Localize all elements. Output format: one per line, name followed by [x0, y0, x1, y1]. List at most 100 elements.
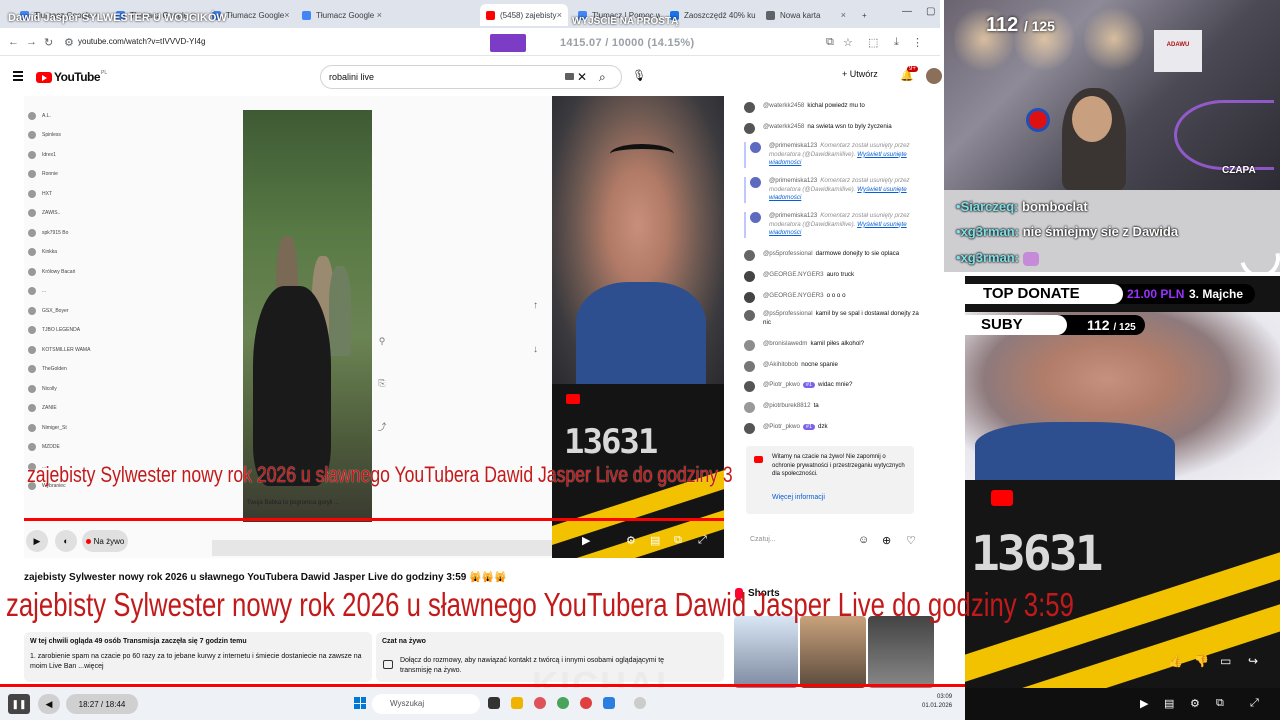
app-icon[interactable]: [534, 697, 546, 709]
search-icon[interactable]: ⌕: [599, 70, 606, 85]
windows-start-icon[interactable]: [354, 697, 366, 709]
live-indicator[interactable]: Na żywo: [82, 530, 128, 552]
chat-message[interactable]: @piotrburek8812 ta: [744, 402, 924, 413]
chat-message[interactable]: @waterkk2458 kichal powiedz mu to: [744, 102, 924, 113]
forward-icon[interactable]: →: [26, 36, 37, 48]
subtitles-right-icon[interactable]: ▤: [1164, 697, 1174, 710]
short-thumbnail[interactable]: [800, 616, 866, 688]
chat-message[interactable]: @GEORGE.NYGER3 o o o o: [744, 292, 924, 303]
cast-icon[interactable]: ⧉: [826, 36, 834, 49]
add-icon[interactable]: ⊕: [882, 534, 891, 547]
volume-button-icon[interactable]: ◀: [38, 694, 60, 714]
volume-icon[interactable]: ◐: [55, 530, 77, 552]
chat-message[interactable]: @GEORGE.NYGER3 auro truck: [744, 271, 924, 282]
chat-username[interactable]: @ps5professional: [763, 250, 813, 257]
new-tab-button[interactable]: +: [856, 4, 876, 26]
chat-message[interactable]: @Piotr_pkwo #1 widac mnie?: [744, 381, 924, 392]
chat-avatar: [744, 402, 755, 413]
cast-right-icon[interactable]: ⧉: [1216, 697, 1224, 710]
chat-text: nocne spanie: [801, 361, 838, 368]
chat-message[interactable]: @primemiska123 Komentarz został usunięty …: [744, 177, 924, 203]
menu-dots-icon[interactable]: ⋮: [912, 36, 923, 49]
inner-list-item: spk7915 Bo: [28, 223, 108, 243]
taskbar-search[interactable]: Wyszukaj: [372, 694, 480, 714]
chat-message[interactable]: @Akihitobob nocne spanie: [744, 361, 924, 372]
close-tab-icon[interactable]: ×: [841, 10, 846, 20]
chat-message[interactable]: @primemiska123 Komentarz został usunięty …: [744, 212, 924, 238]
extensions-icon[interactable]: ⬚: [868, 36, 878, 49]
maximize-icon[interactable]: ▢: [926, 6, 935, 17]
pause-icon[interactable]: ❚❚: [8, 694, 30, 714]
chat-username[interactable]: @bronislawedm: [763, 340, 807, 347]
chat-username[interactable]: @waterkk2458: [763, 123, 804, 130]
browser-tab[interactable]: (5458) zajebisty ×: [480, 4, 568, 26]
heart-icon[interactable]: ♡: [906, 534, 916, 547]
dislike-icon[interactable]: 👎: [1194, 654, 1209, 668]
chat-username[interactable]: @Piotr_pkwo: [763, 381, 800, 388]
browser-tab[interactable]: Tłumacz Google ×: [296, 4, 388, 26]
chat-username[interactable]: @waterkk2458: [763, 102, 804, 109]
chat-username[interactable]: @GEORGE.NYGER3: [763, 271, 824, 278]
reload-icon[interactable]: ↻: [44, 36, 53, 49]
search-box[interactable]: robalini live ✕ ⌕: [320, 65, 622, 89]
chat-username[interactable]: @Piotr_pkwo: [763, 423, 800, 430]
microphone-icon[interactable]: 🎙: [632, 69, 646, 82]
hamburger-menu-icon[interactable]: [13, 71, 23, 83]
settings-right-icon[interactable]: ⚙: [1190, 697, 1200, 710]
chat-avatar: [744, 423, 755, 434]
close-tab-icon[interactable]: ×: [557, 10, 562, 20]
chat-message[interactable]: @Piotr_pkwo #1 dzk: [744, 423, 924, 434]
chat-username[interactable]: @piotrburek8812: [763, 402, 811, 409]
download-icon[interactable]: ⤓: [894, 36, 899, 49]
chat-username[interactable]: @GEORGE.NYGER3: [763, 292, 824, 299]
fullscreen-icon[interactable]: ⤢: [698, 534, 707, 547]
back-icon[interactable]: ←: [8, 36, 19, 48]
chat-message[interactable]: @ps5professional darmowe donejty to sie o…: [744, 250, 924, 261]
fullscreen-right-icon[interactable]: ⤢: [1250, 697, 1259, 710]
chrome-icon[interactable]: [557, 697, 569, 709]
file-explorer-icon[interactable]: [511, 697, 523, 709]
short-thumbnail[interactable]: [734, 616, 798, 688]
url-field[interactable]: youtube.com/watch?v=tIVVVD-YI4g: [78, 37, 205, 46]
play-next-icon[interactable]: ▶: [1140, 697, 1148, 710]
play-icon[interactable]: ▶: [26, 530, 48, 552]
search-input[interactable]: robalini live: [329, 72, 374, 82]
subtitles-icon[interactable]: ▤: [650, 534, 660, 547]
chat-username[interactable]: @primemiska123: [769, 212, 817, 219]
miniplayer-icon[interactable]: ⧉: [674, 534, 682, 547]
app-icon[interactable]: [603, 697, 615, 709]
close-tab-icon[interactable]: ×: [377, 10, 382, 20]
user-avatar[interactable]: [926, 68, 942, 84]
chat-message[interactable]: @ps5professional kamil by se spal i dosta…: [744, 310, 924, 327]
app-icon[interactable]: [580, 697, 592, 709]
chat-message[interactable]: @primemiska123 Komentarz został usunięty …: [744, 142, 924, 168]
comment-icon[interactable]: ▭: [1220, 654, 1231, 668]
chat-username[interactable]: @primemiska123: [769, 177, 817, 184]
chat-username[interactable]: @primemiska123: [769, 142, 817, 149]
keyboard-icon[interactable]: [565, 73, 574, 80]
chat-username[interactable]: @Akihitobob: [763, 361, 798, 368]
browser-tab[interactable]: Nowa karta ×: [760, 4, 852, 26]
settings-gear-icon[interactable]: ⚙: [626, 534, 636, 547]
video-progress-bar[interactable]: [24, 518, 724, 521]
bookmark-star-icon[interactable]: ☆: [843, 36, 853, 49]
chat-message[interactable]: @waterkk2458 na swieta wsn to byly życzen…: [744, 123, 924, 134]
description-box[interactable]: W tej chwili ogląda 49 osób Transmisja z…: [24, 632, 372, 682]
create-button[interactable]: + Utwórz: [842, 69, 878, 79]
chevron-up-icon[interactable]: [634, 697, 646, 709]
share-arrow-icon[interactable]: ↪: [1248, 654, 1258, 668]
youtube-logo[interactable]: YouTube PL: [36, 70, 107, 84]
chat-username[interactable]: @ps5professional: [763, 310, 813, 317]
more-info-link[interactable]: Więcej informacji: [772, 494, 825, 501]
task-view-icon[interactable]: [488, 697, 500, 709]
site-info-icon[interactable]: ⚙: [64, 36, 74, 49]
minimize-icon[interactable]: —: [902, 6, 912, 17]
chat-message[interactable]: @bronislawedm kamil piłes alkohol?: [744, 340, 924, 351]
close-tab-icon[interactable]: ×: [284, 10, 289, 20]
short-thumbnail[interactable]: [868, 616, 934, 688]
like-icon[interactable]: 👍: [1168, 654, 1183, 668]
emoji-icon[interactable]: ☺: [858, 534, 869, 546]
clear-search-icon[interactable]: ✕: [577, 70, 587, 84]
pause-small-icon[interactable]: ▶: [582, 534, 590, 547]
video-player[interactable]: A.L. Spinless Idrex1 Ronnie HXT ZAWIS.. spk791…: [24, 96, 724, 558]
